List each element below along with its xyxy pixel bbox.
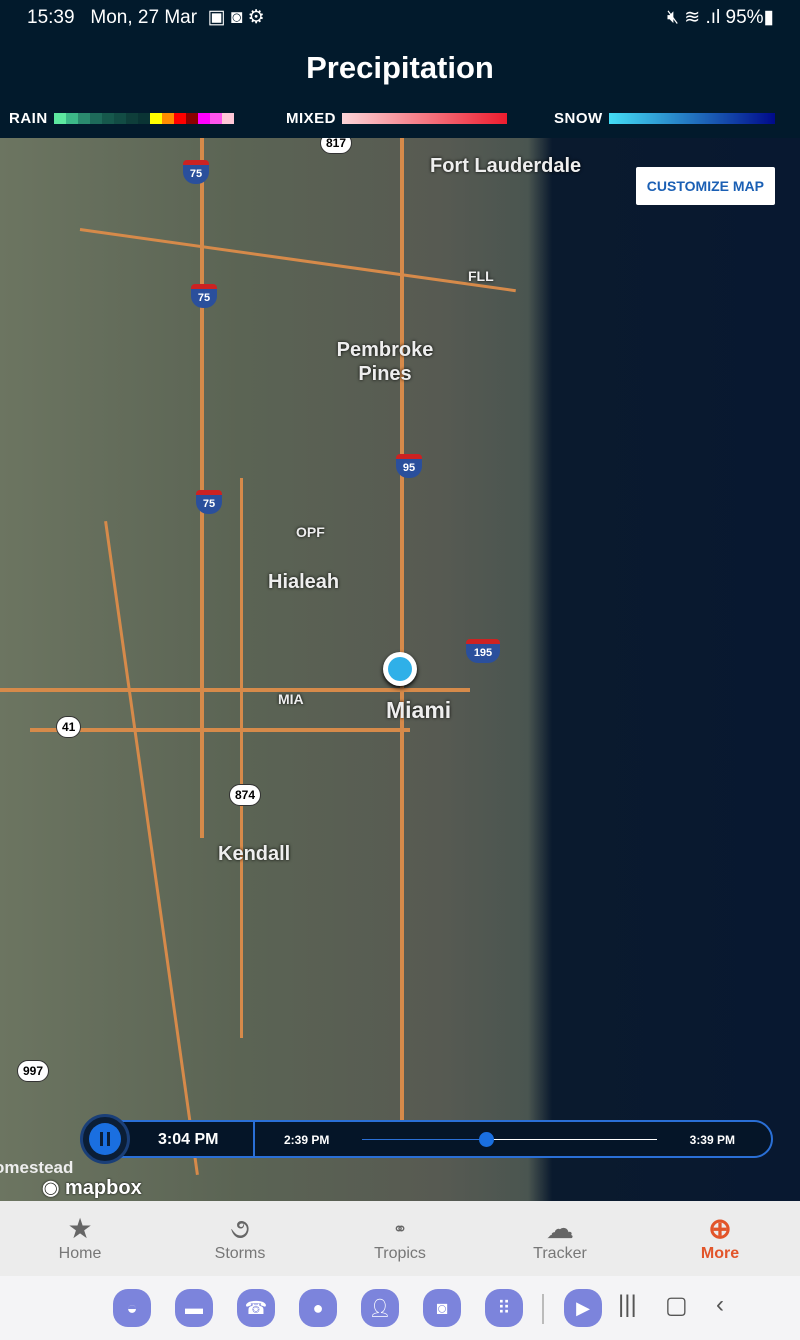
interstate-shield: 95 bbox=[396, 454, 422, 478]
rain-swatch bbox=[113, 113, 126, 124]
rain-label: RAIN bbox=[9, 110, 48, 127]
route-shield: 874 bbox=[229, 784, 262, 806]
interstate-shield: 75 bbox=[191, 284, 217, 308]
wifi-icon: ≋ bbox=[684, 7, 701, 28]
storm-cloud-icon: ☁ bbox=[546, 1213, 574, 1244]
rain-swatch bbox=[209, 113, 222, 124]
interstate-shield: 75 bbox=[183, 160, 209, 184]
radar-player: 3:04 PM 2:39 PM 3:39 PM bbox=[80, 1114, 773, 1164]
star-icon: ★ bbox=[67, 1213, 93, 1244]
mixed-label: MIXED bbox=[286, 110, 337, 127]
city-label: Kendall bbox=[218, 843, 291, 865]
city-label: Fort Lauderdale bbox=[430, 155, 582, 177]
airport-label: MIA bbox=[278, 691, 304, 707]
battery-level: 95% bbox=[725, 7, 764, 28]
tab-home[interactable]: ★ Home bbox=[0, 1201, 160, 1276]
system-nav-bar: ◒ ▬ ☎ ● 👤︎ ◙ ⠿ ▶ ||| ▢ ‹ bbox=[0, 1276, 800, 1340]
map[interactable]: Fort Lauderdale Pembroke Pines Hialeah M… bbox=[0, 138, 800, 1201]
rain-swatch bbox=[161, 113, 174, 124]
snow-label: SNOW bbox=[554, 110, 603, 127]
rain-swatch bbox=[149, 113, 162, 124]
slider-thumb[interactable] bbox=[478, 1132, 494, 1147]
store-app-icon[interactable]: ◒ bbox=[113, 1289, 151, 1327]
battery-icon: ▮ bbox=[763, 7, 774, 28]
clock-icon: ◙ bbox=[230, 7, 243, 28]
phone-app-icon[interactable]: ☎ bbox=[237, 1289, 275, 1327]
image-icon: ▣ bbox=[207, 7, 226, 28]
signal-icon: .ıl bbox=[705, 7, 721, 28]
precip-legend: RAIN MIXED SNOW bbox=[0, 110, 800, 128]
hurricane-icon: ૭ bbox=[230, 1213, 250, 1244]
rain-swatch bbox=[185, 113, 198, 124]
tab-label: Tropics bbox=[374, 1245, 426, 1262]
end-time: 3:39 PM bbox=[689, 1133, 735, 1147]
gear-icon: ⚙ bbox=[247, 7, 265, 28]
route-shield: 997 bbox=[17, 1060, 50, 1082]
rain-swatch bbox=[101, 113, 114, 124]
airport-label: OPF bbox=[296, 524, 325, 540]
home-button[interactable]: ▢ bbox=[665, 1291, 688, 1320]
mixed-scale bbox=[342, 113, 508, 124]
airport-label: FLL bbox=[468, 268, 494, 284]
contacts-app-icon[interactable]: 👤︎ bbox=[361, 1289, 399, 1327]
rain-swatch bbox=[137, 113, 150, 124]
snow-scale bbox=[608, 113, 775, 124]
rain-swatch bbox=[125, 113, 138, 124]
tab-label: Storms bbox=[214, 1245, 266, 1262]
date: Mon, 27 Mar bbox=[90, 7, 198, 28]
timeline-slider[interactable] bbox=[362, 1132, 657, 1147]
tab-storms[interactable]: ૭ Storms bbox=[160, 1201, 320, 1276]
files-app-icon[interactable]: ▬ bbox=[175, 1289, 213, 1327]
route-shield: 41 bbox=[56, 716, 82, 738]
pause-button[interactable] bbox=[80, 1114, 130, 1164]
bottom-tab-bar: ★ Home ૭ Storms ⚭ Tropics ☁ Tracker ⊕ More bbox=[0, 1201, 800, 1276]
recents-button[interactable]: ||| bbox=[618, 1291, 637, 1319]
location-pin[interactable] bbox=[383, 652, 417, 686]
rain-swatch bbox=[53, 113, 66, 124]
page-title: Precipitation bbox=[306, 50, 494, 85]
route-shield: 817 bbox=[320, 138, 353, 154]
status-bar: 15:39 Mon, 27 Mar ▣ ◙ ⚙ 🔇︎ ≋ .ıl 95%▮ bbox=[0, 0, 800, 36]
interstate-shield: 195 bbox=[466, 639, 500, 663]
interstate-shield: 75 bbox=[196, 490, 222, 514]
apps-grid-icon[interactable]: ⠿ bbox=[485, 1289, 523, 1327]
mute-icon: 🔇︎ bbox=[666, 7, 679, 28]
tab-more[interactable]: ⊕ More bbox=[640, 1201, 800, 1276]
tab-label: Home bbox=[58, 1245, 102, 1262]
customize-map-button[interactable]: CUSTOMIZE MAP bbox=[635, 167, 775, 205]
pause-icon bbox=[100, 1132, 110, 1146]
plus-circle-icon: ⊕ bbox=[708, 1213, 732, 1244]
rain-swatch bbox=[65, 113, 78, 124]
tab-label: More bbox=[700, 1245, 740, 1262]
start-time: 2:39 PM bbox=[284, 1133, 330, 1147]
city-label: Miami bbox=[386, 697, 452, 723]
tab-label: Tracker bbox=[533, 1245, 587, 1262]
rain-scale bbox=[53, 113, 234, 124]
back-button[interactable]: ‹ bbox=[716, 1291, 724, 1319]
rain-swatch bbox=[77, 113, 90, 124]
rain-swatch bbox=[197, 113, 210, 124]
rain-swatch bbox=[173, 113, 186, 124]
city-label: Hialeah bbox=[268, 571, 340, 593]
messages-app-icon[interactable]: ● bbox=[299, 1289, 337, 1327]
play-store-icon[interactable]: ▶ bbox=[564, 1289, 602, 1327]
attribution-text: mapbox bbox=[65, 1177, 142, 1199]
clock: 15:39 bbox=[27, 7, 75, 28]
tab-tropics[interactable]: ⚭ Tropics bbox=[320, 1201, 480, 1276]
mapbox-logo[interactable]: ◉ mapbox bbox=[42, 1175, 142, 1200]
binoculars-icon: ⚭ bbox=[392, 1219, 408, 1239]
rain-swatch bbox=[221, 113, 234, 124]
current-time: 3:04 PM bbox=[158, 1131, 219, 1148]
camera-app-icon[interactable]: ◙ bbox=[423, 1289, 461, 1327]
rain-swatch bbox=[89, 113, 102, 124]
city-label: Pembroke Pines bbox=[336, 339, 434, 385]
tab-tracker[interactable]: ☁ Tracker bbox=[480, 1201, 640, 1276]
